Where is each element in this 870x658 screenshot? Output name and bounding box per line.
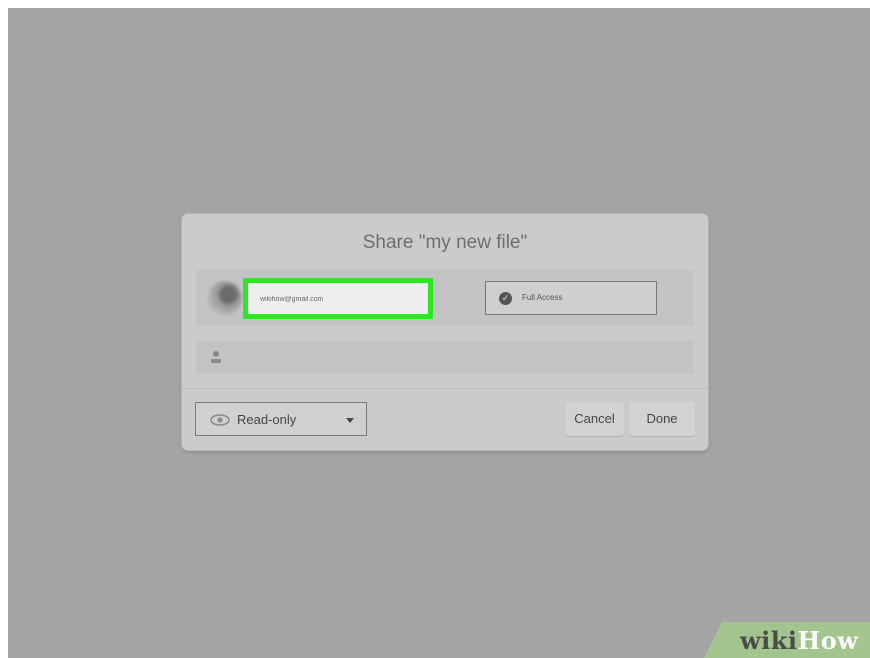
eye-icon <box>210 414 230 426</box>
footer-divider <box>182 388 708 389</box>
permission-dropdown[interactable]: Read-only <box>195 402 367 436</box>
watermark-wiki: wiki <box>740 626 798 655</box>
avatar <box>208 281 242 315</box>
watermark-text: wikiHow <box>740 626 858 655</box>
permission-label: Read-only <box>237 412 297 427</box>
access-level-label: Full Access <box>522 293 563 302</box>
wikihow-watermark: wikiHow <box>704 622 870 658</box>
check-circle-icon: ✓ <box>499 292 512 305</box>
shared-person-row: ✓ Full Access <box>196 270 694 326</box>
email-highlight[interactable] <box>243 278 433 319</box>
done-button[interactable]: Done <box>629 402 695 436</box>
add-person-field[interactable] <box>196 341 694 374</box>
access-level-button[interactable]: ✓ Full Access <box>485 281 657 315</box>
caret-down-icon <box>346 418 354 423</box>
email-field[interactable] <box>260 291 410 307</box>
watermark-how: How <box>797 626 859 655</box>
person-icon <box>211 351 221 363</box>
share-dialog: Share "my new file" ✓ Full Access Read-o… <box>182 214 708 450</box>
cancel-button[interactable]: Cancel <box>565 402 624 436</box>
dialog-title: Share "my new file" <box>362 232 528 253</box>
